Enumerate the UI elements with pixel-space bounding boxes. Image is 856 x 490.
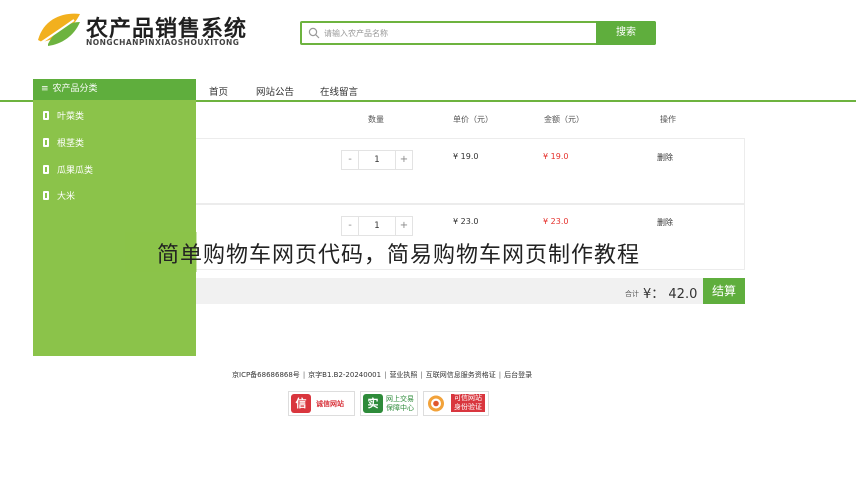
leaf-icon xyxy=(43,165,49,174)
search-icon xyxy=(308,27,320,39)
footer-separator: | xyxy=(384,371,387,379)
menu-icon: ≡ xyxy=(41,84,49,94)
quantity-value[interactable]: 1 xyxy=(359,216,395,236)
decrement-button[interactable]: - xyxy=(341,216,359,236)
leaf-icon xyxy=(43,191,49,200)
col-header-qty: 数量 xyxy=(368,115,384,124)
sidebar-item-label: 大米 xyxy=(57,192,76,202)
line-amount: ¥ 23.0 xyxy=(543,217,569,226)
checkout-button[interactable]: 结算 xyxy=(703,278,745,304)
col-header-price: 单价（元） xyxy=(453,115,493,124)
search-button[interactable]: 搜索 xyxy=(596,21,656,45)
badge-text: 可信网站 身份验证 xyxy=(451,394,485,412)
quantity-value[interactable]: 1 xyxy=(359,150,395,170)
quantity-stepper: - 1 + xyxy=(341,216,413,236)
delete-link[interactable]: 删除 xyxy=(657,217,673,228)
sidebar-item-label: 叶菜类 xyxy=(57,112,85,122)
caption-overlay-text: 简单购物车网页代码，简易购物车网页制作教程 xyxy=(157,243,641,268)
sidebar-item-root[interactable]: 根茎类 xyxy=(43,136,84,149)
nav-home[interactable]: 首页 xyxy=(209,84,228,98)
sidebar-item-melon[interactable]: 瓜果瓜类 xyxy=(43,163,93,176)
footer-separator: | xyxy=(302,371,306,379)
trust-badge-transaction[interactable]: 实 网上交易 保障中心 xyxy=(360,391,418,416)
sidebar-item-label: 根茎类 xyxy=(57,139,85,149)
footer-link-license-code[interactable]: 京字B1.B2-20240001 xyxy=(308,371,381,379)
search-input[interactable] xyxy=(324,24,594,42)
transaction-badge-icon: 实 xyxy=(363,394,383,413)
leaf-logo-icon xyxy=(35,13,80,47)
unit-price: ¥ 19.0 xyxy=(453,152,479,161)
verified-badge-icon xyxy=(426,394,446,413)
nav-messages[interactable]: 在线留言 xyxy=(320,84,358,98)
sidebar-item-leafy[interactable]: 叶菜类 xyxy=(43,109,84,122)
footer-separator: | xyxy=(498,371,502,379)
col-header-amount: 金额（元） xyxy=(544,115,584,124)
footer-link-icp[interactable]: 京ICP备68686868号 xyxy=(232,371,300,379)
delete-link[interactable]: 删除 xyxy=(657,152,673,163)
total-label: 合计 xyxy=(625,290,639,298)
footer-separator: | xyxy=(420,371,423,379)
cart-total-bar: 合计 ¥： 42.0 结算 xyxy=(196,278,745,304)
increment-button[interactable]: + xyxy=(395,216,413,236)
line-amount: ¥ 19.0 xyxy=(543,152,569,161)
leaf-icon xyxy=(43,138,49,147)
integrity-badge-icon: 信 xyxy=(291,394,311,413)
col-header-action: 操作 xyxy=(660,115,676,124)
badge-text: 网上交易 保障中心 xyxy=(386,395,414,413)
badge-text-line: 网上交易 xyxy=(386,395,414,403)
cart-row xyxy=(196,138,745,204)
footer-link-admin-login[interactable]: 后台登录 xyxy=(504,371,532,379)
leaf-icon xyxy=(43,111,49,120)
badge-text: 诚信网站 xyxy=(316,400,344,408)
badge-text-line: 保障中心 xyxy=(386,404,414,412)
sidebar-item-rice[interactable]: 大米 xyxy=(43,189,75,202)
footer-link-business-license[interactable]: 营业执照 xyxy=(389,371,417,379)
footer-links: 京ICP备68686868号 | 京字B1.B2-20240001 | 营业执照 | 互联网… xyxy=(232,370,532,380)
trust-badge-integrity[interactable]: 信 诚信网站 xyxy=(288,391,355,416)
sidebar-item-label: 瓜果瓜类 xyxy=(57,166,94,176)
sidebar-header: ≡ 农产品分类 xyxy=(33,79,196,100)
nav-announcements[interactable]: 网站公告 xyxy=(256,84,294,98)
footer-link-info-service[interactable]: 互联网信息服务资格证 xyxy=(426,371,496,379)
site-logo[interactable]: 农产品销售系统 NONGCHANPINXIAOSHOUXITONG xyxy=(34,8,264,52)
badge-text-line: 身份验证 xyxy=(454,403,482,411)
decrement-button[interactable]: - xyxy=(341,150,359,170)
category-sidebar: ≡ 农产品分类 叶菜类 根茎类 瓜果瓜类 大米 xyxy=(33,79,196,356)
increment-button[interactable]: + xyxy=(395,150,413,170)
search-bar: 搜索 xyxy=(300,21,656,45)
sidebar-title: 农产品分类 xyxy=(52,84,98,94)
badge-text-line: 可信网站 xyxy=(454,394,482,402)
quantity-stepper: - 1 + xyxy=(341,150,413,170)
unit-price: ¥ 23.0 xyxy=(453,217,479,226)
logo-subtitle: NONGCHANPINXIAOSHOUXITONG xyxy=(86,38,240,47)
total-value: ¥： 42.0 xyxy=(643,287,698,302)
trust-badge-verified[interactable]: 可信网站 身份验证 xyxy=(423,391,489,416)
